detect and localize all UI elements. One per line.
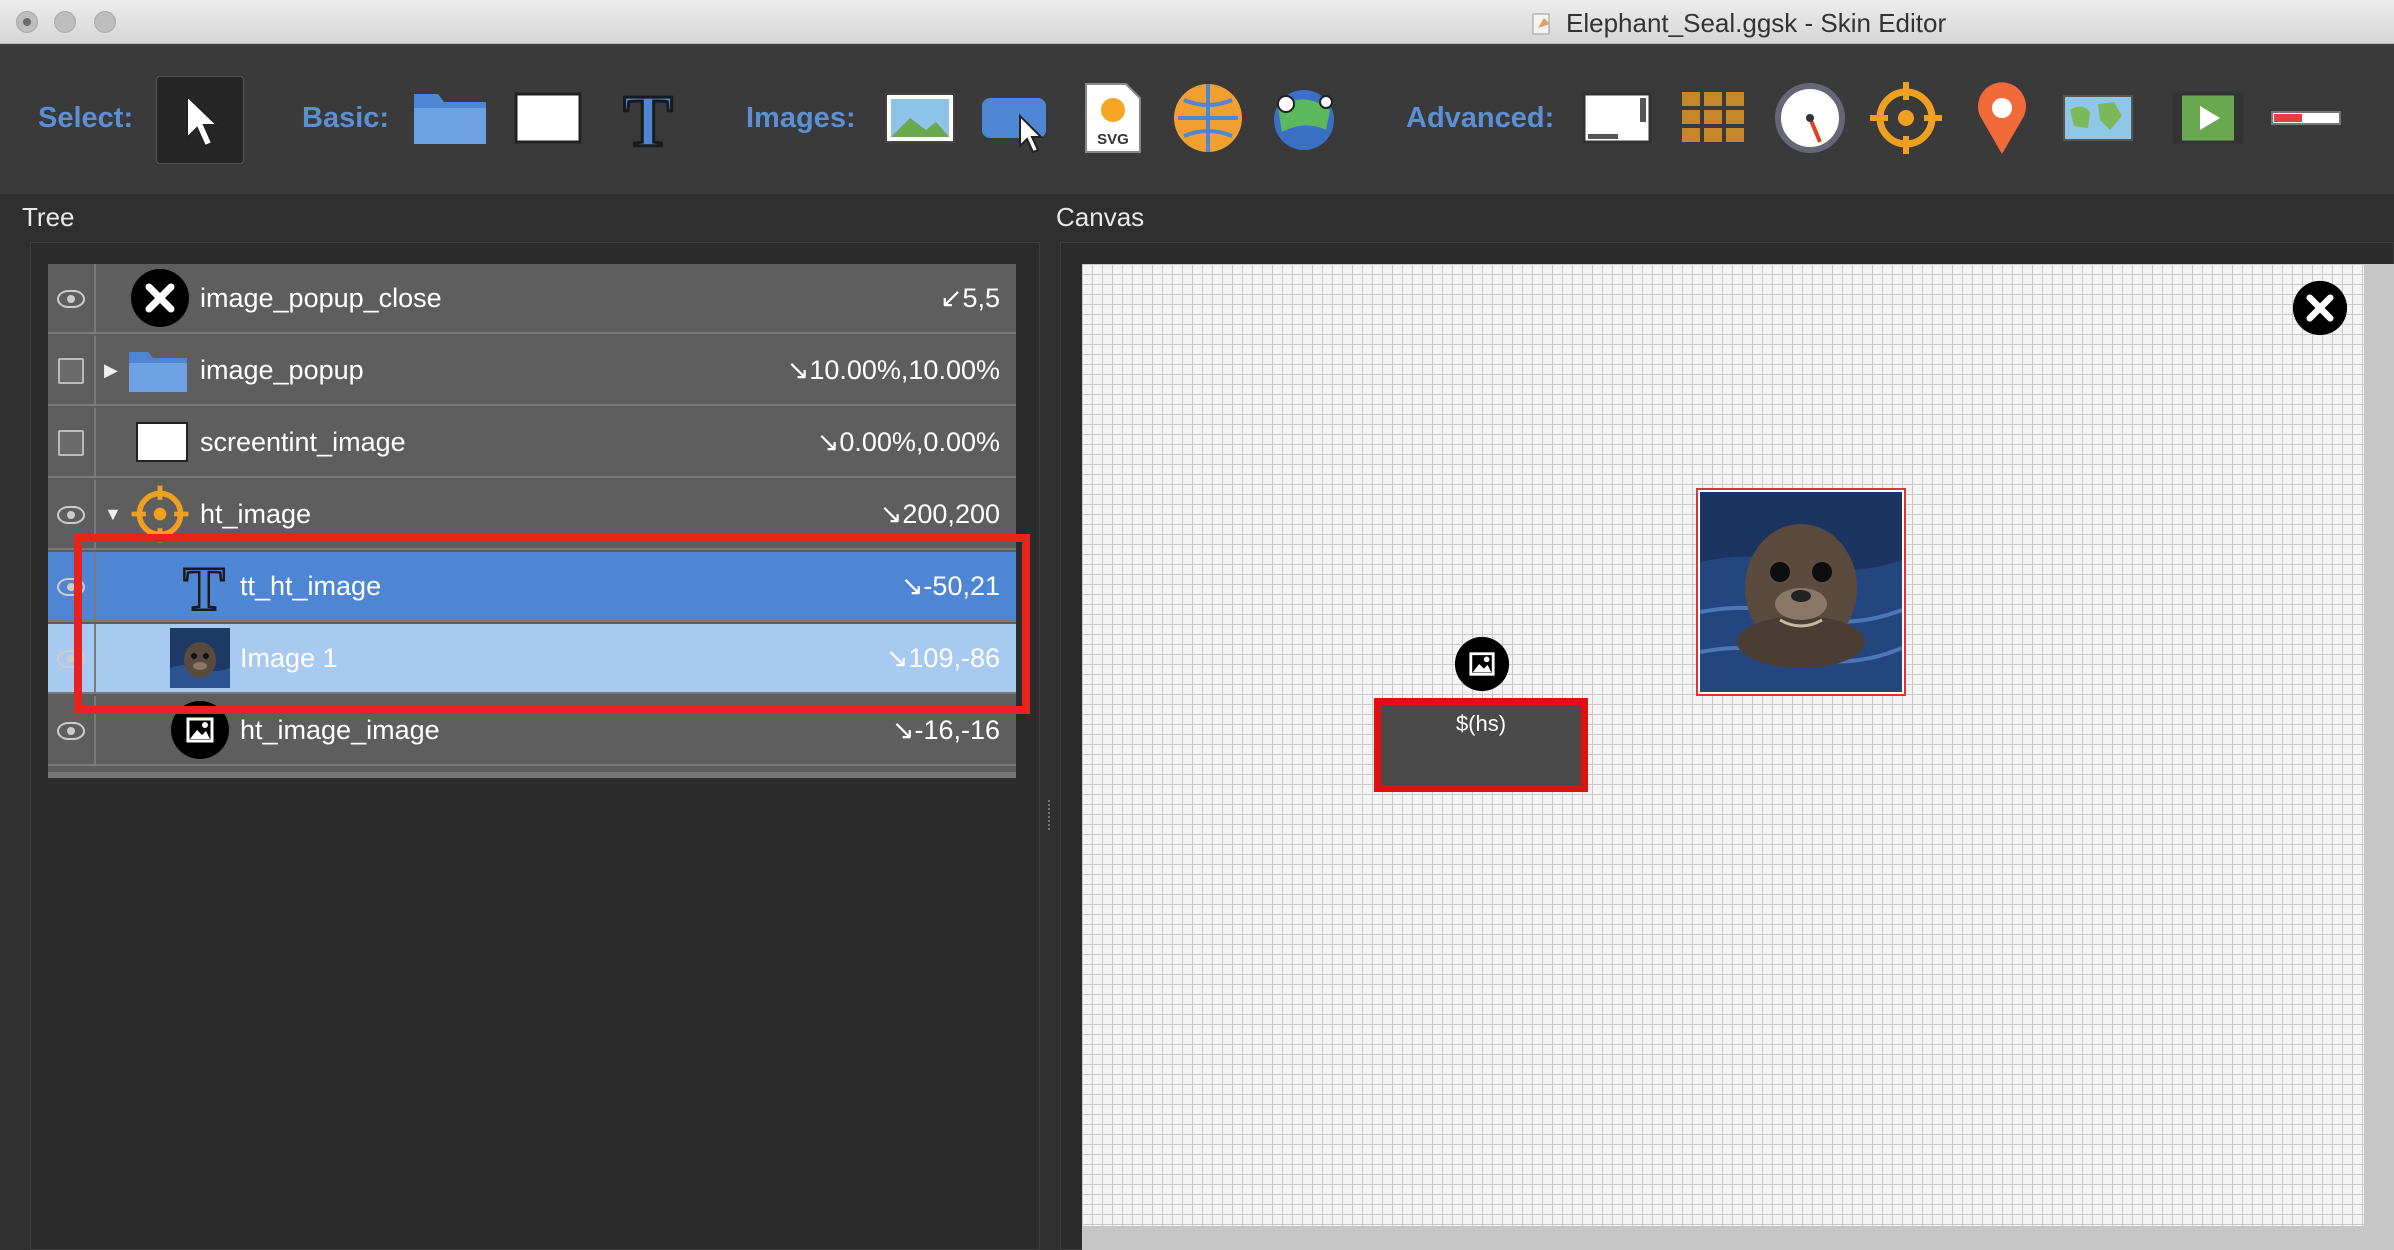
folder-tool-button[interactable] xyxy=(412,80,488,156)
tree-row-name: image_popup xyxy=(200,354,364,385)
image-tool-button[interactable] xyxy=(882,80,958,156)
cloner-tool-button[interactable] xyxy=(1676,80,1752,156)
text-tool-button[interactable]: T xyxy=(610,80,686,156)
hotspot-text: $(hs) xyxy=(1455,711,1507,736)
tree-bottom-bar xyxy=(48,772,1016,778)
progressbar-tool-button[interactable] xyxy=(2268,80,2344,156)
image-circle-icon xyxy=(1454,636,1510,692)
image-button-icon xyxy=(982,98,1046,154)
zoom-window-button[interactable] xyxy=(94,11,116,33)
tree-row-name: screentint_image xyxy=(200,426,406,457)
canvas-title: Canvas xyxy=(1056,202,1145,232)
canvas-tooltip-element[interactable]: $(hs) xyxy=(1374,698,1588,792)
image-icon xyxy=(885,93,955,143)
seal-photo-icon xyxy=(1699,492,1903,692)
progressbar-icon xyxy=(2271,111,2341,125)
panel-splitter[interactable] xyxy=(1048,800,1054,830)
checkbox-icon xyxy=(58,358,84,384)
window-title-text: Elephant_Seal.ggsk - Skin Editor xyxy=(1566,8,1947,38)
canvas-image-1[interactable] xyxy=(1696,488,1906,696)
visibility-toggle[interactable] xyxy=(48,264,96,334)
tree-row-value: ↘10.00%,10.00% xyxy=(786,354,1000,385)
panorama-tool-button[interactable] xyxy=(1170,80,1246,156)
hotspot-target-tool-button[interactable] xyxy=(1868,80,1944,156)
eye-icon xyxy=(57,506,85,524)
selection-highlight-box xyxy=(74,534,1030,714)
select-label: Select: xyxy=(38,102,134,134)
folder-icon xyxy=(414,94,486,144)
title-bar: Elephant_Seal.ggsk - Skin Editor xyxy=(0,0,2394,44)
tree-row-value: ↘200,200 xyxy=(879,498,1000,529)
close-circle-icon xyxy=(2292,280,2348,336)
tree-row-image-popup[interactable]: ▶ image_popup ↘10.00%,10.00% xyxy=(48,336,1016,406)
tree-row-value: ↙5,5 xyxy=(939,282,1000,313)
visibility-toggle[interactable] xyxy=(48,336,96,406)
tree-row-screentint-image[interactable]: screentint_image ↘0.00%,0.00% xyxy=(48,408,1016,478)
svg-icon-label: SVG xyxy=(1097,131,1129,148)
video-tool-button[interactable] xyxy=(2170,80,2246,156)
panorama-globe-icon xyxy=(1174,84,1242,152)
tree-row-value: ↘-16,-16 xyxy=(891,714,1000,745)
tree-title: Tree xyxy=(22,202,75,232)
tree-row-name: ht_image_image xyxy=(240,714,440,745)
canvas-hotspot-image-element[interactable] xyxy=(1454,636,1510,692)
hotspot-globe-icon xyxy=(1274,90,1334,150)
hotspot-target-icon xyxy=(1870,82,1942,154)
close-circle-icon xyxy=(130,268,190,328)
pointer-icon xyxy=(186,93,220,148)
map-pin-tool-button[interactable] xyxy=(1964,80,2040,156)
svg-icon: SVG xyxy=(1085,83,1141,153)
image-button-tool-button[interactable] xyxy=(978,80,1054,156)
text-icon: T xyxy=(622,80,674,156)
canvas-horizontal-scrollbar[interactable] xyxy=(1082,1226,2394,1250)
svg-text:T: T xyxy=(623,81,672,156)
eye-icon xyxy=(57,290,85,308)
minimize-window-button[interactable] xyxy=(54,11,76,33)
timer-icon xyxy=(1775,83,1845,153)
images-label: Images: xyxy=(746,102,856,134)
window-title: Elephant_Seal.ggsk - Skin Editor xyxy=(1530,8,1946,39)
close-window-button[interactable] xyxy=(16,11,38,33)
video-icon xyxy=(2172,92,2244,144)
rectangle-tool-button[interactable] xyxy=(510,80,586,156)
expand-triangle-icon[interactable]: ▶ xyxy=(104,360,118,381)
canvas-area[interactable] xyxy=(1082,264,2364,1226)
eye-icon xyxy=(57,722,85,740)
collapse-triangle-icon[interactable]: ▼ xyxy=(104,504,122,525)
rectangle-icon xyxy=(132,412,192,472)
map-tool-button[interactable] xyxy=(2060,80,2136,156)
scrollarea-icon xyxy=(1582,92,1652,144)
document-icon xyxy=(1532,13,1550,34)
canvas-vertical-scrollbar[interactable] xyxy=(2364,264,2394,1226)
hotspot-globe-tool-button[interactable] xyxy=(1266,80,1342,156)
rectangle-icon xyxy=(514,92,582,144)
map-icon xyxy=(2063,95,2133,141)
tree-row-image-popup-close[interactable]: image_popup_close ↙5,5 xyxy=(48,264,1016,334)
timer-tool-button[interactable] xyxy=(1772,80,1848,156)
tree-row-name: ht_image xyxy=(200,498,312,529)
map-pin-icon xyxy=(1978,82,2026,154)
tree-row-value: ↘0.00%,0.00% xyxy=(816,426,1000,457)
svg-tool-button[interactable]: SVG xyxy=(1074,80,1150,156)
folder-icon xyxy=(128,340,188,400)
select-tool-button[interactable] xyxy=(156,76,244,164)
cloner-icon xyxy=(1682,92,1744,142)
tree-row-name: image_popup_close xyxy=(200,282,442,313)
checkbox-icon xyxy=(58,430,84,456)
scrollarea-tool-button[interactable] xyxy=(1580,80,1656,156)
canvas-close-element[interactable] xyxy=(2292,280,2348,336)
advanced-label: Advanced: xyxy=(1406,102,1555,134)
basic-label: Basic: xyxy=(302,102,390,134)
visibility-toggle[interactable] xyxy=(48,408,96,478)
